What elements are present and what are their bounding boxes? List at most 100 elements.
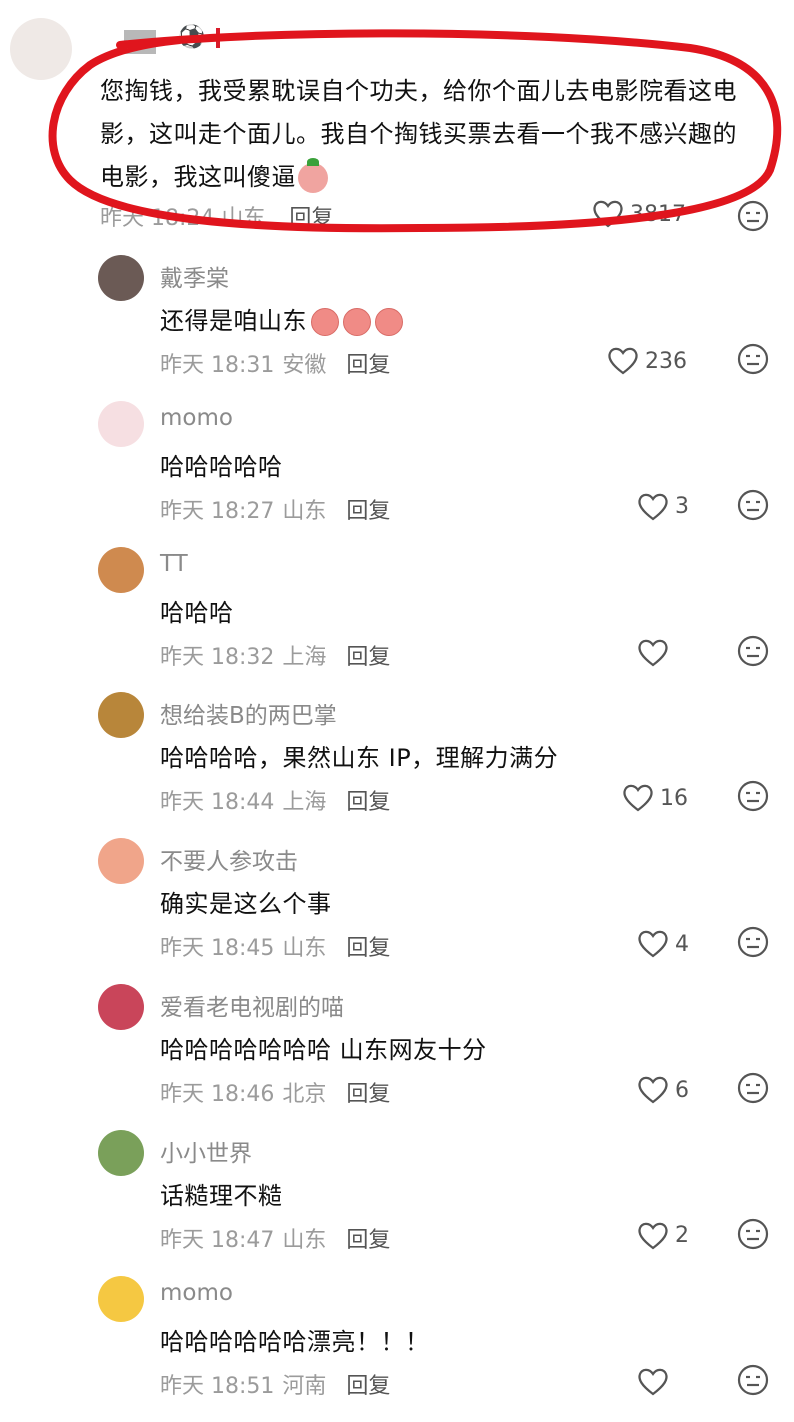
like-count: 4: [675, 931, 689, 957]
reply-button[interactable]: 回复: [346, 790, 390, 815]
comment-item: momo 哈哈哈哈哈哈漂亮！！！ 昨天 18:51 河南 回复: [0, 1275, 794, 1422]
peach-emoji-icon: [298, 158, 328, 193]
dislike-button[interactable]: [737, 343, 769, 375]
like-button[interactable]: 2: [637, 1222, 689, 1250]
comment-text: 哈哈哈哈哈: [160, 452, 283, 481]
username[interactable]: momo: [160, 405, 233, 431]
comment-time: 昨天 18:46: [160, 1082, 275, 1107]
comment-meta: 昨天 18:45 山东 回复: [160, 930, 390, 962]
username[interactable]: 想给装B的两巴掌: [160, 696, 337, 730]
comment-location: 山东: [282, 498, 327, 524]
comment-meta: 昨天 18:44 上海 回复: [160, 784, 390, 816]
username[interactable]: 戴季棠: [160, 259, 229, 293]
dislike-face-icon: [737, 343, 769, 375]
heart-icon: [638, 1076, 668, 1104]
avatar[interactable]: [98, 692, 144, 739]
avatar[interactable]: [10, 18, 72, 80]
avatar[interactable]: [98, 400, 144, 447]
comment-item: 不要人参攻击确实是这么个事昨天 18:45 山东 回复 4: [0, 838, 794, 984]
like-count: 2: [675, 1223, 689, 1249]
like-button[interactable]: [637, 639, 675, 667]
comment-location: 上海: [282, 644, 327, 670]
heart-icon: [638, 930, 668, 958]
thumbs-up-emoji-icon: [375, 308, 403, 336]
like-button[interactable]: 16: [622, 784, 688, 812]
user-badge: ⚽: [178, 24, 238, 52]
reply-button[interactable]: 回复: [346, 353, 390, 378]
comment-item: momo 哈哈哈哈哈昨天 18:27 山东 回复 3: [0, 400, 794, 547]
thumbs-up-emoji-icon: [311, 308, 339, 336]
comment-item: 想给装B的两巴掌 哈哈哈哈，果然山东 IP，理解力满分 昨天 18:44 上海 回复 16: [0, 692, 794, 838]
dislike-button[interactable]: [737, 1364, 769, 1396]
heart-icon: [623, 785, 653, 812]
thumbs-up-emoji-icon: [343, 308, 371, 336]
heart-icon: [608, 347, 638, 375]
username[interactable]: momo: [160, 1280, 233, 1306]
comment-text: 哈哈哈: [160, 598, 234, 627]
dislike-face-icon: [737, 635, 769, 666]
avatar[interactable]: [98, 546, 144, 593]
dislike-button[interactable]: [737, 1218, 769, 1250]
comment-location: 上海: [282, 790, 327, 816]
heart-icon: [638, 493, 668, 521]
dislike-button[interactable]: [737, 200, 769, 232]
comment-meta: 昨天 18:24 山东 回复: [100, 206, 334, 231]
like-button[interactable]: 6: [637, 1076, 689, 1104]
avatar[interactable]: [98, 984, 144, 1030]
dislike-face-icon: [737, 1218, 769, 1249]
username[interactable]: 爱看老电视剧的喵: [160, 988, 344, 1022]
reply-button[interactable]: 回复: [346, 1374, 390, 1399]
comment-text: 还得是咱山东: [160, 301, 403, 336]
like-button[interactable]: 4: [637, 930, 689, 958]
dislike-button[interactable]: [737, 489, 769, 521]
like-button[interactable]: 236: [607, 347, 687, 375]
dislike-face-icon: [737, 1364, 769, 1395]
avatar[interactable]: [98, 838, 144, 885]
comment-time: 昨天 18:44: [160, 790, 275, 816]
username[interactable]: 小小世界: [160, 1134, 252, 1168]
avatar[interactable]: [98, 1275, 144, 1322]
comment-item: 戴季棠 还得是咱山东 昨天 18:31 安徽 回复 236: [0, 255, 794, 401]
username-redacted: [124, 30, 156, 54]
reply-button[interactable]: 回复: [346, 1228, 390, 1253]
comment-text: 哈哈哈哈哈哈漂亮！！！: [160, 1327, 430, 1356]
comment-time: 昨天 18:32: [160, 644, 275, 670]
avatar[interactable]: [98, 255, 144, 301]
comment-text: 确实是这么个事: [160, 890, 332, 919]
avatar[interactable]: [98, 1129, 144, 1176]
reply-button[interactable]: 回复: [346, 936, 390, 961]
dislike-face-icon: [737, 1072, 769, 1104]
dislike-button[interactable]: [737, 780, 769, 812]
username[interactable]: TT: [160, 551, 188, 577]
like-button[interactable]: 3: [637, 493, 689, 521]
reply-button[interactable]: 回复: [346, 1082, 390, 1107]
username[interactable]: 不要人参攻击: [160, 842, 298, 876]
comment-time: 昨天 18:51: [160, 1373, 275, 1399]
soccer-ball-icon: ⚽: [178, 25, 206, 50]
dislike-button[interactable]: [737, 926, 769, 958]
dislike-face-icon: [737, 927, 769, 958]
like-count: 236: [645, 348, 687, 374]
england-flag-icon: [207, 28, 230, 48]
dislike-face-icon: [737, 200, 769, 232]
comment-text: 哈哈哈哈哈哈哈 山东网友十分: [160, 1036, 487, 1064]
reply-button[interactable]: 回复: [289, 206, 333, 231]
heart-icon: [638, 1222, 668, 1250]
dislike-face-icon: [737, 489, 769, 520]
comment-meta: 昨天 18:51 河南 回复: [160, 1368, 390, 1400]
dislike-button[interactable]: [737, 1072, 769, 1104]
comment-location: 安徽: [282, 353, 327, 378]
like-count: 6: [675, 1077, 689, 1103]
comment-time: 昨天 18:27: [160, 498, 275, 524]
like-count: 3: [675, 494, 689, 520]
reply-button[interactable]: 回复: [346, 645, 390, 670]
dislike-button[interactable]: [737, 635, 769, 667]
comment-time: 昨天 18:45: [160, 936, 275, 962]
reply-button[interactable]: 回复: [346, 499, 390, 524]
comment-item: TT 哈哈哈昨天 18:32 上海 回复: [0, 546, 794, 693]
comment-location: 河南: [282, 1373, 327, 1399]
like-button[interactable]: [637, 1368, 675, 1396]
like-button[interactable]: 3817: [592, 200, 686, 228]
dislike-face-icon: [737, 781, 769, 812]
comment-text: 话糙理不糙: [160, 1181, 283, 1210]
